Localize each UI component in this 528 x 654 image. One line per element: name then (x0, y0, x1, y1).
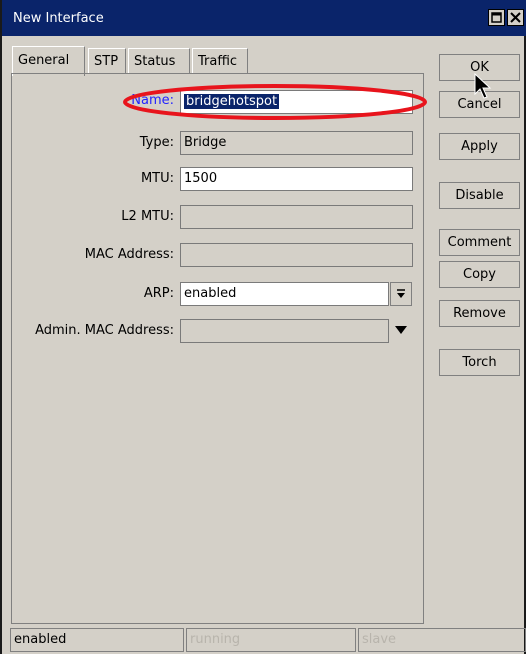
l2mtu-field (180, 205, 413, 229)
tab-traffic[interactable]: Traffic (192, 48, 248, 74)
window-title: New Interface (13, 11, 104, 26)
tab-stp[interactable]: STP (88, 48, 126, 74)
close-icon[interactable] (507, 9, 524, 26)
status-bar: enabled running slave (10, 628, 526, 654)
torch-button[interactable]: Torch (439, 349, 520, 376)
restore-icon[interactable] (488, 9, 505, 26)
mouse-cursor-icon (474, 73, 492, 99)
title-bar[interactable]: New Interface (2, 0, 526, 36)
admin-mac-label: Admin. MAC Address: (35, 323, 174, 338)
mtu-input[interactable]: 1500 (180, 167, 413, 191)
arp-label: ARP: (143, 286, 174, 301)
apply-button[interactable]: Apply (439, 133, 520, 160)
copy-button[interactable]: Copy (439, 261, 520, 288)
status-slave: slave (358, 628, 526, 652)
general-panel (11, 73, 424, 624)
new-interface-window: New Interface General STP Status Traffic… (0, 0, 526, 654)
type-label: Type: (139, 135, 174, 150)
mac-address-label: MAC Address: (84, 247, 174, 262)
arp-dropdown-button[interactable] (390, 282, 412, 306)
mac-address-field (180, 243, 413, 267)
dropdown-arrow-icon (397, 289, 405, 298)
admin-mac-select[interactable] (180, 319, 389, 343)
status-enabled: enabled (10, 628, 184, 652)
tab-general[interactable]: General (12, 46, 85, 76)
tab-status[interactable]: Status (128, 48, 190, 74)
dropdown-arrow-icon[interactable] (394, 324, 408, 336)
arp-select[interactable]: enabled (180, 282, 389, 306)
highlight-ellipse (123, 84, 427, 120)
type-field: Bridge (180, 131, 413, 155)
l2mtu-label: L2 MTU: (121, 209, 174, 224)
status-running: running (186, 628, 356, 652)
comment-button[interactable]: Comment (439, 229, 520, 256)
mtu-label: MTU: (140, 171, 174, 186)
disable-button[interactable]: Disable (439, 182, 520, 209)
remove-button[interactable]: Remove (439, 300, 520, 327)
